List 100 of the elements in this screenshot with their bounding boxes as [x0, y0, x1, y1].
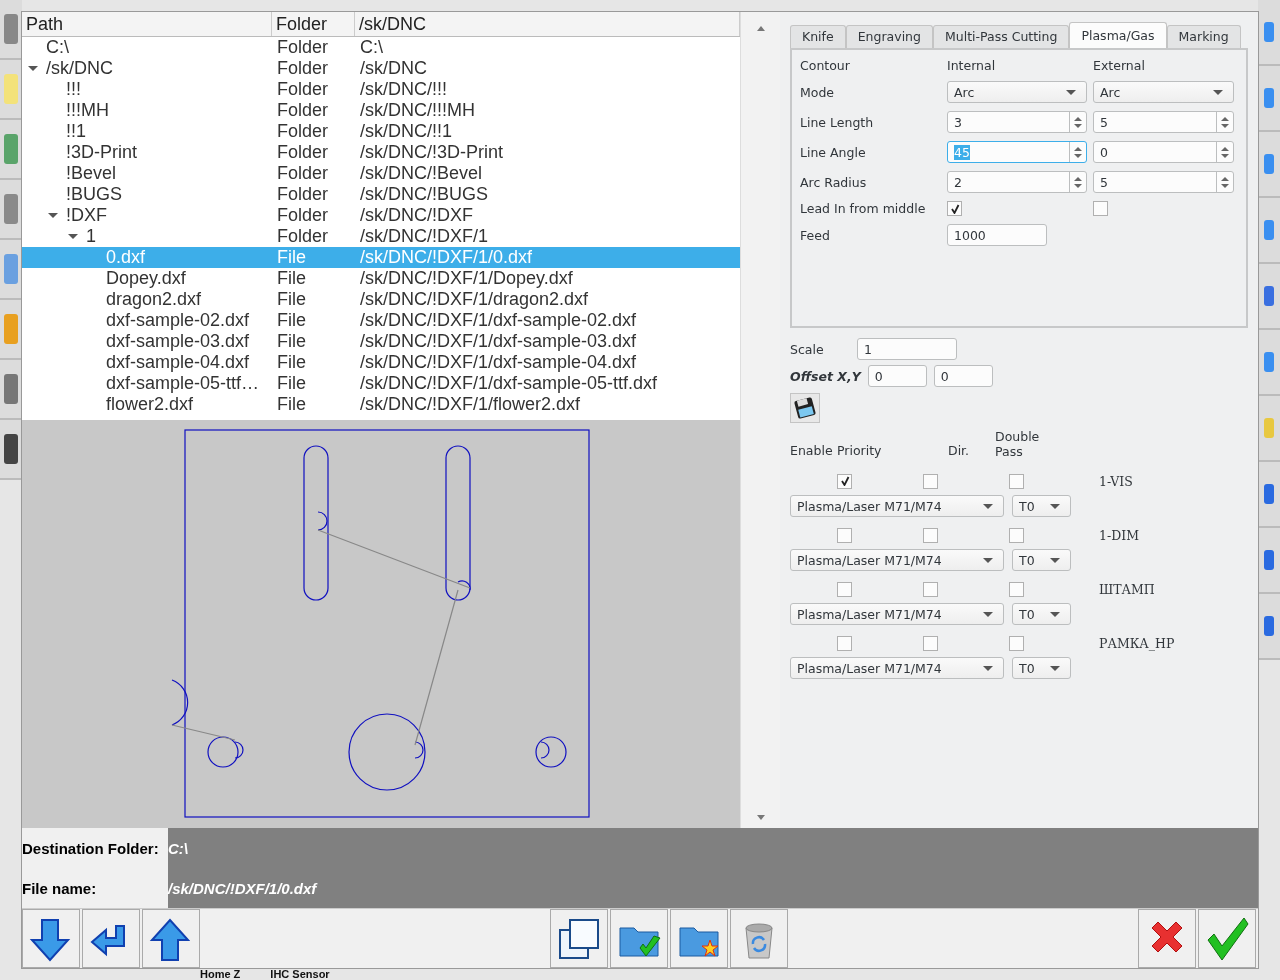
- toolbar-icon[interactable]: [4, 434, 18, 464]
- settings-tab[interactable]: Marking: [1166, 25, 1241, 48]
- tree-row[interactable]: dxf-sample-02.dxf File /sk/DNC/!DXF/1/dxf-sample-02.dxf: [22, 310, 740, 331]
- toolbar-icon[interactable]: [1264, 484, 1274, 504]
- toolbar-icon[interactable]: [1264, 220, 1274, 240]
- tree-row[interactable]: 1 Folder /sk/DNC/!DXF/1: [22, 226, 740, 247]
- tool-dropdown[interactable]: Plasma/Laser M71/M74: [790, 495, 1004, 517]
- tool-number-dropdown[interactable]: T0: [1012, 603, 1071, 625]
- checkbox[interactable]: [923, 581, 938, 597]
- expand-arrow-icon[interactable]: [28, 66, 38, 71]
- tree-row[interactable]: !!1 Folder /sk/DNC/!!1: [22, 121, 740, 142]
- tool-number-dropdown[interactable]: T0: [1012, 657, 1071, 679]
- checkbox[interactable]: [1009, 581, 1024, 597]
- cancel-button[interactable]: [1138, 909, 1196, 968]
- toolbar-icon[interactable]: [4, 374, 18, 404]
- settings-tab[interactable]: Multi-Pass Cutting: [932, 25, 1070, 48]
- checkbox[interactable]: [923, 527, 938, 543]
- toolbar-icon[interactable]: [1264, 286, 1274, 306]
- toolbar-icon[interactable]: [4, 194, 18, 224]
- toolbar-icon[interactable]: [1264, 616, 1274, 636]
- tree-row[interactable]: dragon2.dxf File /sk/DNC/!DXF/1/dragon2.dxf: [22, 289, 740, 310]
- mode-dropdown[interactable]: Arc: [1093, 81, 1234, 103]
- layer-name: ШТАМП: [1099, 581, 1156, 597]
- checkbox[interactable]: [1009, 473, 1024, 489]
- settings-tab[interactable]: Engraving: [845, 25, 933, 48]
- toolbar-icon[interactable]: [4, 14, 18, 44]
- tool-number-dropdown[interactable]: T0: [1012, 549, 1071, 571]
- toolbar-icon[interactable]: [1264, 88, 1274, 108]
- checkbox[interactable]: [1009, 635, 1024, 651]
- checkbox[interactable]: [947, 201, 962, 216]
- new-folder-button[interactable]: [670, 909, 728, 968]
- file-name: dxf-sample-02.dxf: [106, 310, 250, 331]
- toolbar-icon[interactable]: [1264, 154, 1274, 174]
- type-cell-text: File: [276, 394, 307, 415]
- column-header[interactable]: Folder: [272, 12, 355, 36]
- expand-arrow-icon[interactable]: [48, 213, 58, 218]
- toolbar-icon[interactable]: [4, 134, 18, 164]
- file-name: !DXF: [66, 205, 107, 226]
- offset-y-field[interactable]: 0: [933, 365, 993, 387]
- move-down-button[interactable]: [22, 909, 80, 968]
- mode-dropdown[interactable]: Arc: [947, 81, 1087, 103]
- back-button[interactable]: [82, 909, 140, 968]
- settings-tab[interactable]: Plasma/Gas: [1069, 22, 1167, 48]
- toolbar-icon[interactable]: [4, 254, 18, 284]
- spin-field[interactable]: 3: [947, 111, 1087, 133]
- toolbar-icon[interactable]: [1264, 418, 1274, 438]
- spin-arrows-icon: [1220, 145, 1230, 159]
- checkbox[interactable]: [837, 473, 852, 489]
- ok-button[interactable]: [1198, 909, 1256, 968]
- column-label: Priority: [837, 443, 883, 460]
- open-folder-button[interactable]: [610, 909, 668, 968]
- tree-row[interactable]: !!! Folder /sk/DNC/!!!: [22, 79, 740, 100]
- tree-row[interactable]: Dopey.dxf File /sk/DNC/!DXF/1/Dopey.dxf: [22, 268, 740, 289]
- save-button[interactable]: [790, 393, 820, 423]
- tree-row[interactable]: dxf-sample-04.dxf File /sk/DNC/!DXF/1/dxf-sample-04.dxf: [22, 352, 740, 373]
- spin-field[interactable]: 5: [1093, 171, 1234, 193]
- checkbox[interactable]: [1009, 527, 1024, 543]
- expand-arrow-icon[interactable]: [68, 234, 78, 239]
- tree-row[interactable]: !!!MH Folder /sk/DNC/!!!MH: [22, 100, 740, 121]
- copy-button[interactable]: [550, 909, 608, 968]
- spin-field[interactable]: 5: [1093, 111, 1234, 133]
- tree-row[interactable]: dxf-sample-03.dxf File /sk/DNC/!DXF/1/dxf-sample-03.dxf: [22, 331, 740, 352]
- tree-row[interactable]: !3D-Print Folder /sk/DNC/!3D-Print: [22, 142, 740, 163]
- move-up-button[interactable]: [142, 909, 200, 968]
- spin-arrows-icon: [1073, 115, 1083, 129]
- column-label: Internal: [947, 58, 997, 73]
- checkbox[interactable]: [923, 473, 938, 489]
- tree-row[interactable]: flower2.dxf File /sk/DNC/!DXF/1/flower2.dxf: [22, 394, 740, 415]
- spin-field[interactable]: 0: [1093, 141, 1234, 163]
- toolbar-icon[interactable]: [4, 314, 18, 344]
- scale-field[interactable]: 1: [857, 338, 957, 360]
- file-name: C:\: [46, 37, 69, 58]
- tree-row[interactable]: !DXF Folder /sk/DNC/!DXF: [22, 205, 740, 226]
- tree-row[interactable]: /sk/DNC Folder /sk/DNC: [22, 58, 740, 79]
- toolbar-icon[interactable]: [1264, 352, 1274, 372]
- type-cell-text: Folder: [276, 226, 330, 247]
- feed-field[interactable]: 1000: [947, 224, 1047, 246]
- tree-row[interactable]: !BUGS Folder /sk/DNC/!BUGS: [22, 184, 740, 205]
- checkbox[interactable]: [837, 635, 852, 651]
- settings-tab[interactable]: Knife: [790, 25, 846, 48]
- checkbox[interactable]: [837, 581, 852, 597]
- tree-row[interactable]: dxf-sample-05-ttf… File /sk/DNC/!DXF/1/dxf-sample-05-ttf.dxf: [22, 373, 740, 394]
- toolbar-icon[interactable]: [1264, 550, 1274, 570]
- tool-dropdown[interactable]: Plasma/Laser M71/M74: [790, 549, 1004, 571]
- checkbox[interactable]: [837, 527, 852, 543]
- column-header[interactable]: Path: [22, 12, 272, 36]
- checkbox[interactable]: [1093, 201, 1108, 216]
- tool-dropdown[interactable]: Plasma/Laser M71/M74: [790, 603, 1004, 625]
- checkbox[interactable]: [923, 635, 938, 651]
- field-label: Lead In from middle: [800, 201, 927, 216]
- tool-dropdown[interactable]: Plasma/Laser M71/M74: [790, 657, 1004, 679]
- tree-row[interactable]: C:\ Folder C:\: [22, 37, 740, 58]
- spin-field[interactable]: 2: [947, 171, 1087, 193]
- caret-icon: [983, 665, 993, 671]
- type-cell-text: Folder: [276, 184, 330, 205]
- toolbar-icon[interactable]: [1264, 22, 1274, 42]
- tree-row[interactable]: !Bevel Folder /sk/DNC/!Bevel: [22, 163, 740, 184]
- delete-button[interactable]: [730, 909, 788, 968]
- offset-x-field[interactable]: 0: [867, 365, 927, 387]
- tool-number-dropdown[interactable]: T0: [1012, 495, 1071, 517]
